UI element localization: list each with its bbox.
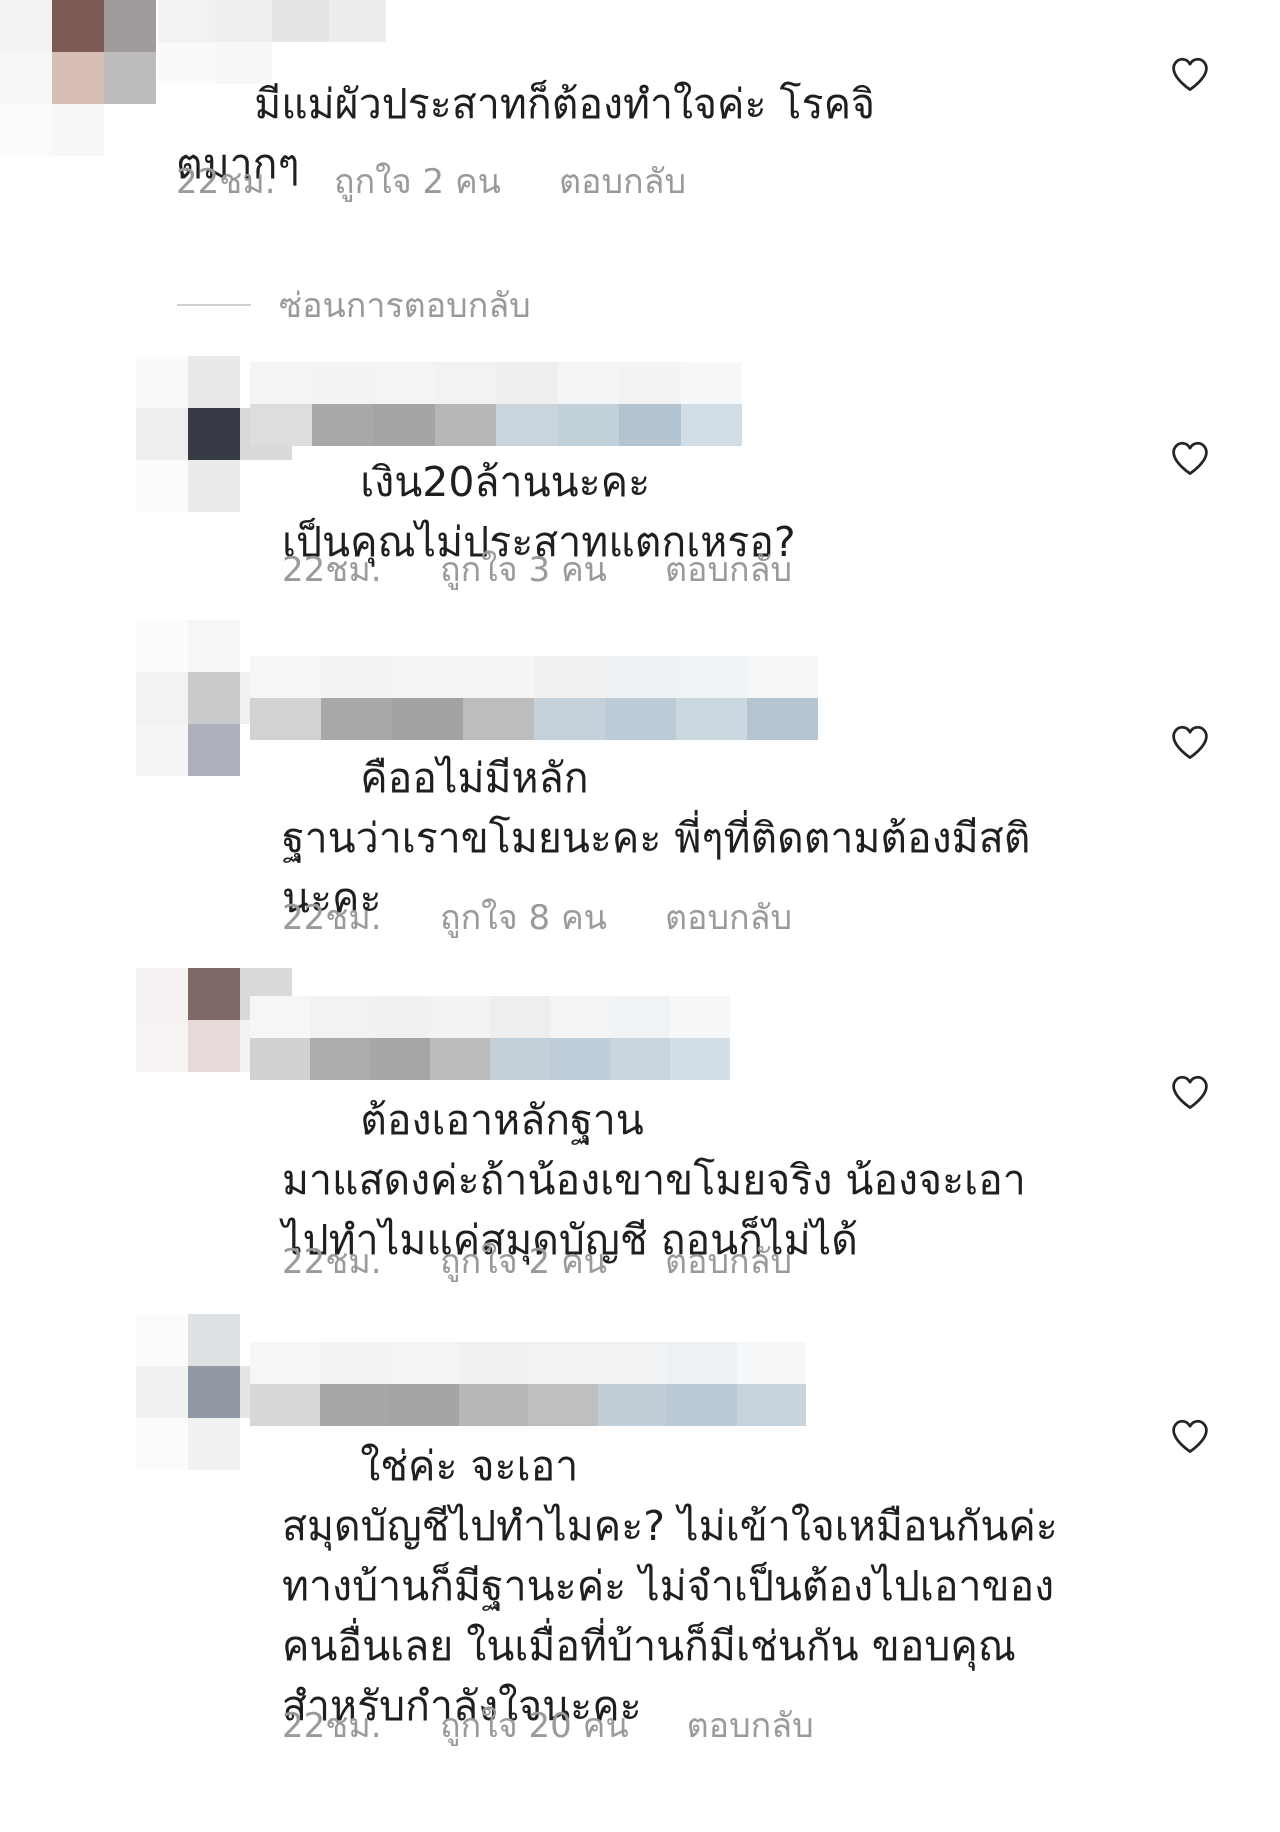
hide-replies-label: ซ่อนการตอบกลับ [279,286,531,326]
comment-time[interactable]: 22ชม. [282,542,440,596]
hide-replies-line [177,304,251,306]
comment-meta: 22ชม. ถูกใจ 2 คน ตอบกลับ [176,154,686,208]
comment-likes-count[interactable]: ถูกใจ 2 คน [334,154,501,208]
heart-icon[interactable] [1170,1418,1210,1454]
comment-text-line1: คืออไม่มีหลัก [360,754,589,802]
comment-time[interactable]: 22ชม. [282,1234,440,1288]
reply-button[interactable]: ตอบกลับ [559,154,686,208]
comment-meta: 22ชม. ถูกใจ 8 คน ตอบกลับ [282,890,792,944]
reply-button[interactable]: ตอบกลับ [665,542,792,596]
comment-text: เงิน20ล้านนะคะ เป็นคุณไม่ประสาทแตกเหรอ? [282,392,1182,632]
comment-meta: 22ชม. ถูกใจ 2 คน ตอบกลับ [282,1234,792,1288]
reply-comment: คืออไม่มีหลัก ฐานว่าเราขโมยนะคะ พี่ๆที่ติ… [0,614,1280,938]
comment-likes-count[interactable]: ถูกใจ 2 คน [440,1234,607,1288]
hide-replies-button[interactable]: ซ่อนการตอบกลับ [177,278,531,332]
comment-thread: มีแม่ผัวประสาทก็ต้องทำใจค่ะ โรคจิ ตมากๆ 2… [0,0,1280,1832]
comment-text: มีแม่ผัวประสาทก็ต้องทำใจค่ะ โรคจิ ตมากๆ [176,14,1116,254]
reply-button[interactable]: ตอบกลับ [665,1234,792,1288]
comment-parent: มีแม่ผัวประสาทก็ต้องทำใจค่ะ โรคจิ ตมากๆ 2… [0,0,1280,202]
comment-time[interactable]: 22ชม. [282,890,440,944]
heart-icon[interactable] [1170,1074,1210,1110]
comment-likes-count[interactable]: ถูกใจ 3 คน [440,542,607,596]
comment-time[interactable]: 22ชม. [176,154,334,208]
comment-likes-count[interactable]: ถูกใจ 20 คน [440,1698,629,1752]
comment-time[interactable]: 22ชม. [282,1698,440,1752]
comment-text-line1: มีแม่ผัวประสาทก็ต้องทำใจค่ะ โรคจิ [254,80,876,128]
reply-comment: ใช่ค่ะ จะเอา สมุดบัญชีไปทำไมคะ? ไม่เข้าใจ… [0,1312,1280,1772]
heart-icon[interactable] [1170,440,1210,476]
comment-meta: 22ชม. ถูกใจ 3 คน ตอบกลับ [282,542,792,596]
heart-icon[interactable] [1170,724,1210,760]
reply-button[interactable]: ตอบกลับ [665,890,792,944]
comment-text-line1: ใช่ค่ะ จะเอา [360,1442,579,1490]
reply-comment: ต้องเอาหลักฐาน มาแสดงค่ะถ้าน้องเขาขโมยจริ… [0,966,1280,1286]
comment-text-line1: เงิน20ล้านนะคะ [360,458,651,506]
comment-meta: 22ชม. ถูกใจ 20 คน ตอบกลับ [282,1698,814,1752]
comment-text-line1: ต้องเอาหลักฐาน [360,1096,644,1144]
reply-comment: เงิน20ล้านนะคะ เป็นคุณไม่ประสาทแตกเหรอ? 2… [0,350,1280,590]
reply-button[interactable]: ตอบกลับ [687,1698,814,1752]
heart-icon[interactable] [1170,56,1210,92]
avatar[interactable] [0,0,156,156]
comment-likes-count[interactable]: ถูกใจ 8 คน [440,890,607,944]
